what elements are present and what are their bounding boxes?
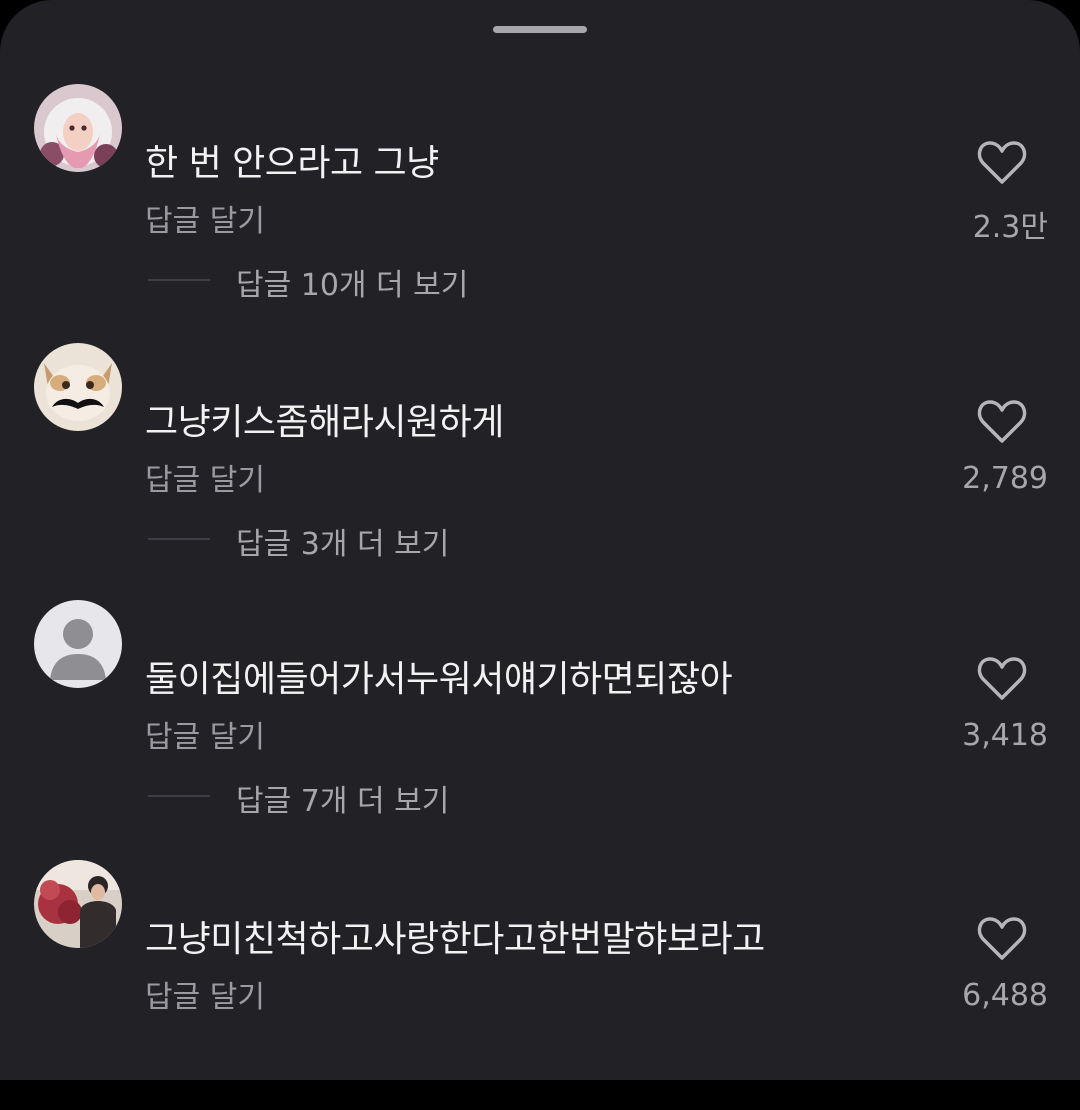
reply-button[interactable]: 답글 달기 [145, 455, 265, 499]
profile-photo-flowers-icon [34, 860, 122, 948]
reply-button[interactable]: 답글 달기 [145, 196, 265, 240]
like-count: 2.3만 [972, 210, 1048, 245]
like-count: 6,488 [962, 978, 1048, 1013]
profile-photo-pink-hood-icon [34, 84, 122, 172]
heart-icon[interactable] [977, 916, 1027, 962]
profile-photo-cat-mustache-icon [34, 343, 122, 431]
sheet-drag-handle[interactable] [493, 26, 587, 33]
comment-text: 그냥키스좀해라시원하게 [145, 402, 504, 443]
heart-icon[interactable] [977, 399, 1027, 445]
comment-item: 그냥키스좀해라시원하게 답글 달기 답글 3개 더 보기 2,789 [0, 343, 1080, 593]
thread-divider [148, 279, 210, 281]
view-replies-button[interactable]: 답글 10개 더 보기 [236, 260, 468, 304]
like-count: 2,789 [962, 461, 1048, 496]
thread-divider [148, 538, 210, 540]
comment-text: 한 번 안으라고 그냥 [145, 143, 439, 184]
avatar[interactable] [34, 600, 122, 688]
avatar[interactable] [34, 84, 122, 172]
view-replies-button[interactable]: 답글 7개 더 보기 [236, 776, 449, 820]
thread-divider [148, 795, 210, 797]
view-replies-button[interactable]: 답글 3개 더 보기 [236, 519, 449, 563]
avatar[interactable] [34, 860, 122, 948]
like-count: 3,418 [962, 718, 1048, 753]
default-user-icon [34, 600, 122, 688]
comment-text: 그냥미친척하고사랑한다고한번말햐보라고 [145, 919, 765, 960]
heart-icon[interactable] [977, 656, 1027, 702]
comment-item: 그냥미친척하고사랑한다고한번말햐보라고 답글 달기 6,488 [0, 860, 1080, 1110]
reply-button[interactable]: 답글 달기 [145, 972, 265, 1016]
comment-item: 둘이집에들어가서누워서얘기하면되잖아 답글 달기 답글 7개 더 보기 3,41… [0, 600, 1080, 850]
avatar[interactable] [34, 343, 122, 431]
comment-item: 한 번 안으라고 그냥 답글 달기 답글 10개 더 보기 2.3만 [0, 84, 1080, 334]
reply-button[interactable]: 답글 달기 [145, 712, 265, 756]
heart-icon[interactable] [977, 140, 1027, 186]
comments-sheet: 한 번 안으라고 그냥 답글 달기 답글 10개 더 보기 2.3만 그냥키스좀… [0, 0, 1080, 1080]
comment-text: 둘이집에들어가서누워서얘기하면되잖아 [145, 659, 733, 700]
